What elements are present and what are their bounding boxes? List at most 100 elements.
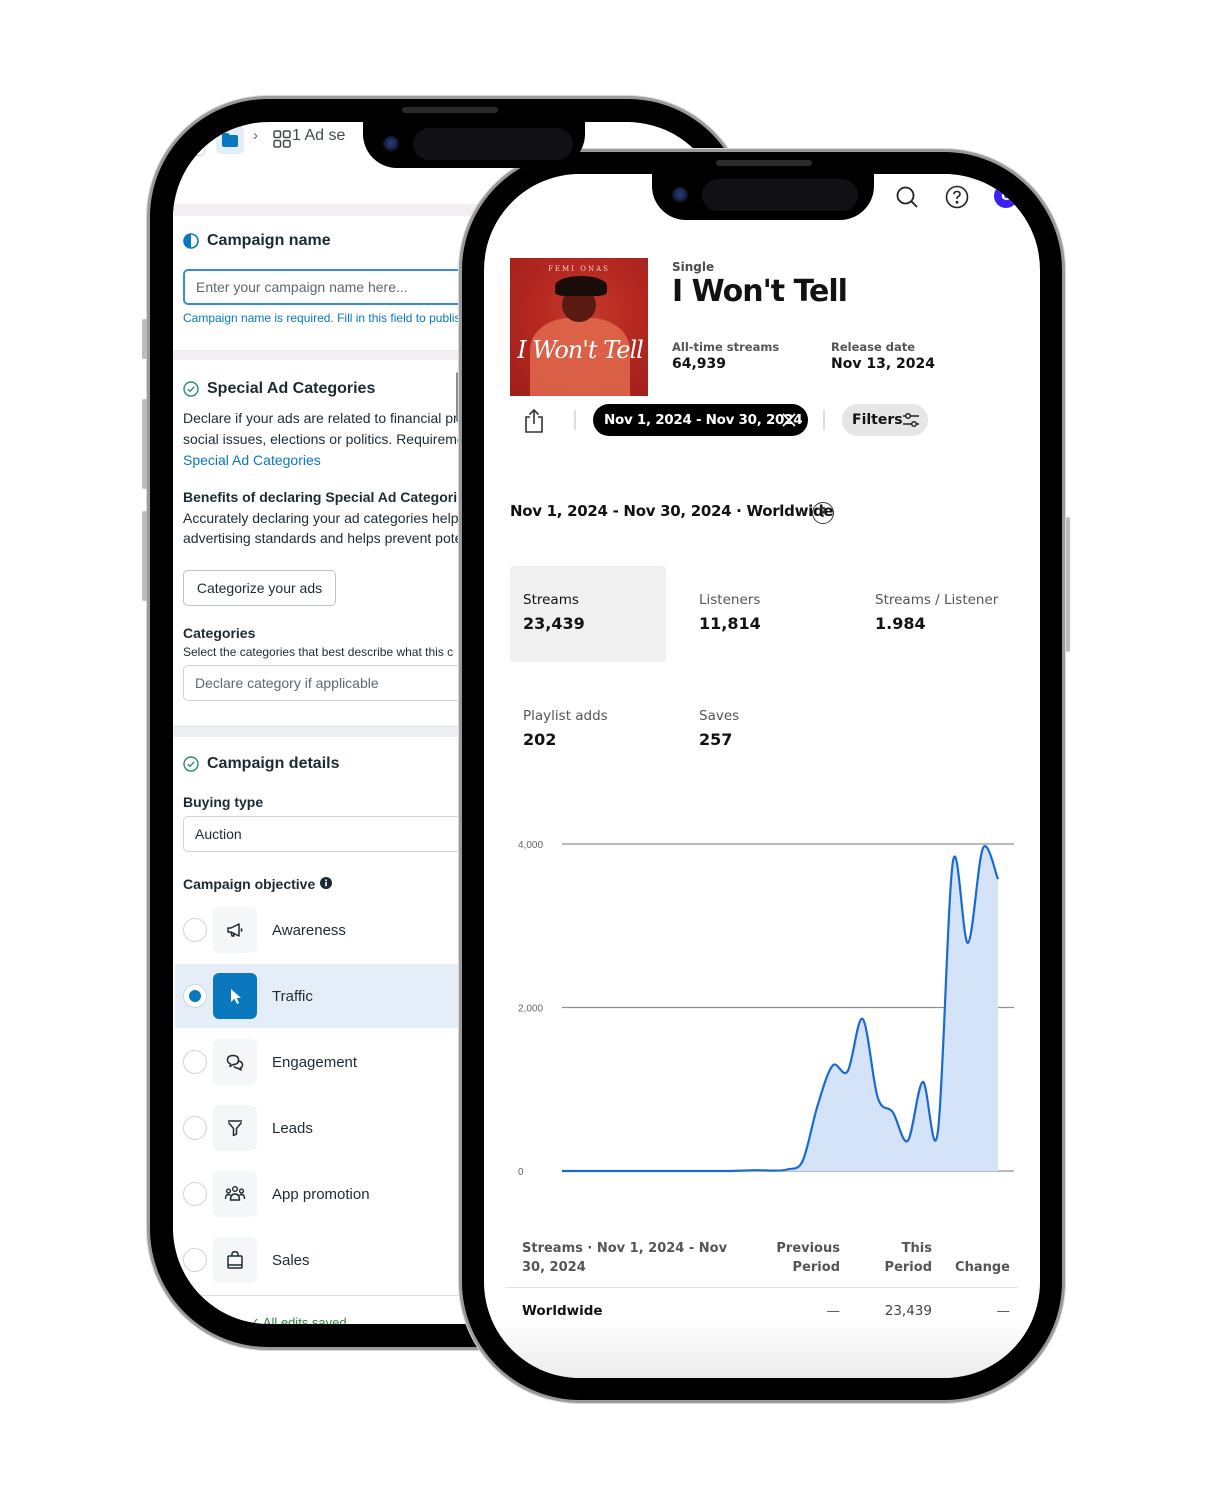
- stat-playlist-adds[interactable]: Playlist adds 202: [510, 682, 666, 778]
- speaker-grille: [402, 107, 498, 113]
- sac-description-line: social issues, elections or politics. Re…: [183, 431, 465, 447]
- chevron-right-icon: ›: [253, 127, 258, 144]
- table-header-change[interactable]: Change: [950, 1258, 1010, 1277]
- toolbar-divider: [574, 410, 576, 430]
- close-icon[interactable]: [779, 410, 799, 434]
- data-point-nov-7: [650, 1169, 654, 1173]
- data-point-nov-8: [665, 1169, 669, 1173]
- special-ad-categories-link[interactable]: Special Ad Categories: [183, 450, 321, 470]
- buying-type-label: Buying type: [183, 794, 264, 810]
- help-icon[interactable]: ?: [812, 502, 834, 524]
- date-range-chip[interactable]: Nov 1, 2024 - Nov 30, 2024: [593, 404, 808, 436]
- scrollbar[interactable]: [456, 372, 460, 422]
- cover-figure-hat: [555, 276, 607, 296]
- avatar[interactable]: G: [994, 184, 1018, 208]
- footer-close-button[interactable]: [173, 1307, 219, 1324]
- stat-value: 11,814: [699, 614, 761, 633]
- sliders-icon: [902, 412, 920, 432]
- campaign-name-heading: Campaign name: [183, 232, 331, 250]
- stat-saves[interactable]: Saves 257: [686, 682, 842, 778]
- dynamic-island: [652, 174, 874, 220]
- table-header-previous[interactable]: Previous Period: [774, 1239, 840, 1277]
- data-point-nov-25: [921, 1080, 925, 1084]
- data-point-nov-10: [695, 1169, 699, 1173]
- data-point-nov-13: [740, 1169, 744, 1173]
- stat-value: 23,439: [523, 614, 585, 633]
- data-point-nov-11: [710, 1169, 714, 1173]
- stat-listeners[interactable]: Listeners 11,814: [686, 566, 842, 662]
- grid-icon: [273, 130, 291, 151]
- check-circle-icon: [183, 381, 199, 397]
- benefits-text-line: Accurately declaring your ad categories …: [183, 510, 466, 526]
- stat-streams-per-listener[interactable]: Streams / Listener 1.984: [862, 566, 1018, 662]
- data-point-nov-15: [770, 1169, 774, 1173]
- help-icon[interactable]: [944, 184, 970, 210]
- table-divider: [506, 1287, 1018, 1288]
- song-stats-page: G FEMI ONAS I Won't Tell Single I Won't …: [484, 174, 1040, 1378]
- data-point-nov-2: [575, 1169, 579, 1173]
- categories-placeholder: Declare category if applicable: [195, 675, 379, 691]
- breadcrumb-back-button[interactable]: [173, 128, 205, 156]
- data-point-nov-24: [906, 1139, 910, 1143]
- y-tick-label: 4,000: [518, 840, 543, 851]
- y-tick-label: 0: [518, 1167, 524, 1178]
- data-point-nov-29: [981, 846, 985, 850]
- mute-switch: [142, 319, 147, 359]
- sac-description-line: Declare if your ads are related to finan…: [183, 410, 466, 426]
- objective-radio[interactable]: [183, 1116, 207, 1140]
- filters-button[interactable]: Filters: [842, 404, 928, 436]
- categories-help-text: Select the categories that best describe…: [183, 645, 454, 659]
- buying-type-value: Auction: [195, 826, 242, 842]
- camera-icon: [383, 136, 399, 152]
- categorize-ads-button[interactable]: Categorize your ads: [183, 570, 336, 606]
- table-header-this-period[interactable]: This Period: [884, 1239, 932, 1277]
- stat-value: 202: [523, 730, 557, 749]
- song-title: I Won't Tell: [672, 274, 848, 309]
- data-point-nov-20: [846, 1069, 850, 1073]
- objective-radio[interactable]: [183, 1248, 207, 1272]
- data-point-nov-6: [635, 1169, 639, 1173]
- campaign-objective-label: Campaign objective: [183, 874, 333, 894]
- cover-artist-name: FEMI ONAS: [548, 265, 610, 273]
- data-point-nov-19: [831, 1064, 835, 1068]
- objective-radio[interactable]: [183, 984, 207, 1008]
- megaphone-icon: [213, 907, 257, 953]
- speaker-grille: [716, 160, 812, 166]
- power-button: [1066, 517, 1070, 652]
- data-point-nov-26: [936, 1130, 940, 1134]
- search-icon[interactable]: [894, 184, 920, 210]
- data-point-nov-23: [891, 1110, 895, 1114]
- volume-up-button: [142, 399, 147, 489]
- table-row-current: 23,439: [884, 1303, 932, 1319]
- objective-radio[interactable]: [183, 918, 207, 942]
- share-icon[interactable]: [522, 408, 546, 438]
- stat-streams[interactable]: Streams 23,439: [510, 566, 666, 662]
- objective-label: Awareness: [272, 921, 346, 939]
- date-range-label: Nov 1, 2024 - Nov 30, 2024: [604, 412, 803, 428]
- cursor-icon: [213, 973, 257, 1019]
- funnel-icon: [213, 1105, 257, 1151]
- campaign-details-heading: Campaign details: [183, 755, 339, 773]
- folder-icon[interactable]: [216, 126, 244, 154]
- data-point-nov-5: [620, 1169, 624, 1173]
- benefits-text-line: advertising standards and helps prevent …: [183, 530, 463, 546]
- alltime-streams-value: 64,939: [672, 356, 727, 372]
- data-point-nov-3: [590, 1169, 594, 1173]
- shopping-bag-icon: [213, 1237, 257, 1283]
- campaign-name-placeholder: Enter your campaign name here...: [196, 279, 408, 295]
- categories-label: Categories: [183, 625, 256, 641]
- stat-label: Streams: [523, 592, 579, 608]
- front-phone-frame: G FEMI ONAS I Won't Tell Single I Won't …: [462, 152, 1070, 1400]
- streams-chart[interactable]: 02,0004,000Nov 3Nov 10Nov 17Nov 24: [506, 814, 1026, 1194]
- data-point-nov-12: [725, 1169, 729, 1173]
- data-point-nov-30: [996, 877, 1000, 881]
- dynamic-island: [363, 122, 585, 168]
- release-type: Single: [672, 260, 715, 274]
- breadcrumb-adset[interactable]: 1 Ad se: [292, 127, 345, 145]
- objective-radio[interactable]: [183, 1050, 207, 1074]
- data-point-nov-9: [680, 1169, 684, 1173]
- info-icon[interactable]: [320, 874, 333, 894]
- objective-radio[interactable]: [183, 1182, 207, 1206]
- spotify-for-artists-screen: G FEMI ONAS I Won't Tell Single I Won't …: [484, 174, 1040, 1378]
- objective-label: Sales: [272, 1251, 310, 1269]
